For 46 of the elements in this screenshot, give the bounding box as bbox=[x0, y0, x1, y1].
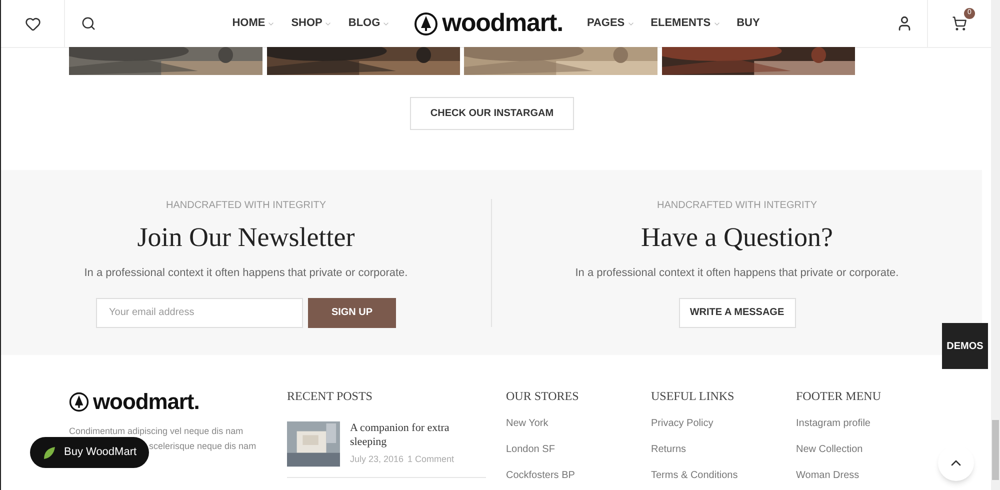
nav-link[interactable]: PAGES bbox=[586, 15, 635, 32]
tree-logo-icon bbox=[69, 392, 89, 412]
column-heading: USEFUL LINKS bbox=[651, 388, 736, 405]
footer-link[interactable]: London SF bbox=[506, 442, 651, 457]
question-title: Have a Question? bbox=[641, 220, 833, 254]
column-heading: FOOTER MENU bbox=[796, 388, 882, 405]
heart-icon[interactable] bbox=[24, 16, 40, 32]
demos-button[interactable]: DEMOS bbox=[942, 323, 988, 369]
footer-link[interactable]: Woman Dress bbox=[796, 468, 941, 483]
eyebrow-text: HANDCRAFTED WITH INTEGRITY bbox=[657, 198, 817, 212]
write-message-button[interactable]: WRITE A MESSAGE bbox=[678, 298, 796, 328]
footer-link[interactable]: Terms & Conditions bbox=[651, 468, 796, 483]
tree-logo-icon bbox=[414, 12, 438, 36]
post-date: July 23, 2016 bbox=[350, 453, 404, 466]
comment-count: 1 Comment bbox=[408, 453, 454, 466]
question-description: In a professional context it often happens that private or corporate. bbox=[575, 266, 899, 281]
nav-link[interactable]: SHOP bbox=[291, 15, 332, 32]
demos-label: DEMOS bbox=[946, 340, 984, 354]
newsletter-title: Join Our Newsletter bbox=[137, 220, 355, 254]
footer-description: Condimentum adipiscing vel neque dis nam bbox=[69, 426, 244, 437]
footer-link[interactable]: New York bbox=[506, 416, 651, 431]
eyebrow-text: HANDCRAFTED WITH INTEGRITY bbox=[166, 198, 326, 212]
instagram-button[interactable]: CHECK OUR INSTARGAM bbox=[410, 97, 574, 130]
column-heading: RECENT POSTS bbox=[287, 388, 374, 405]
buy-woodmart-button[interactable]: Buy WoodMart bbox=[30, 437, 149, 468]
footer-link[interactable]: Returns bbox=[651, 442, 796, 457]
footer-link[interactable]: Privacy Policy bbox=[651, 416, 796, 431]
logo[interactable]: woodmart. bbox=[414, 4, 563, 42]
nav-link[interactable]: BUY bbox=[736, 15, 760, 32]
newsletter-description: In a professional context it often happens that private or corporate. bbox=[84, 266, 408, 281]
footer-link[interactable]: Instagram profile bbox=[796, 416, 941, 431]
sign-up-button[interactable]: SIGN UP bbox=[308, 298, 396, 328]
email-field[interactable]: Your email address bbox=[96, 298, 303, 328]
logo[interactable]: woodmart. bbox=[69, 385, 287, 418]
nav-link[interactable]: ELEMENTS bbox=[650, 15, 721, 32]
nav-link[interactable]: HOME bbox=[232, 15, 276, 32]
footer-link[interactable]: Cockfosters BP bbox=[506, 468, 651, 483]
footer-description: scelerisque neque dis nam bbox=[149, 441, 258, 452]
column-heading: OUR STORES bbox=[506, 388, 580, 405]
scrollbar[interactable] bbox=[991, 0, 1000, 490]
nav-link[interactable]: BLOG bbox=[348, 15, 390, 32]
leaf-icon bbox=[42, 446, 56, 460]
footer-link[interactable]: New Collection bbox=[796, 442, 941, 457]
cart-icon[interactable] bbox=[952, 16, 967, 31]
post-title-link[interactable]: A companion for extra sleeping bbox=[350, 421, 486, 449]
search-icon[interactable] bbox=[80, 16, 96, 31]
